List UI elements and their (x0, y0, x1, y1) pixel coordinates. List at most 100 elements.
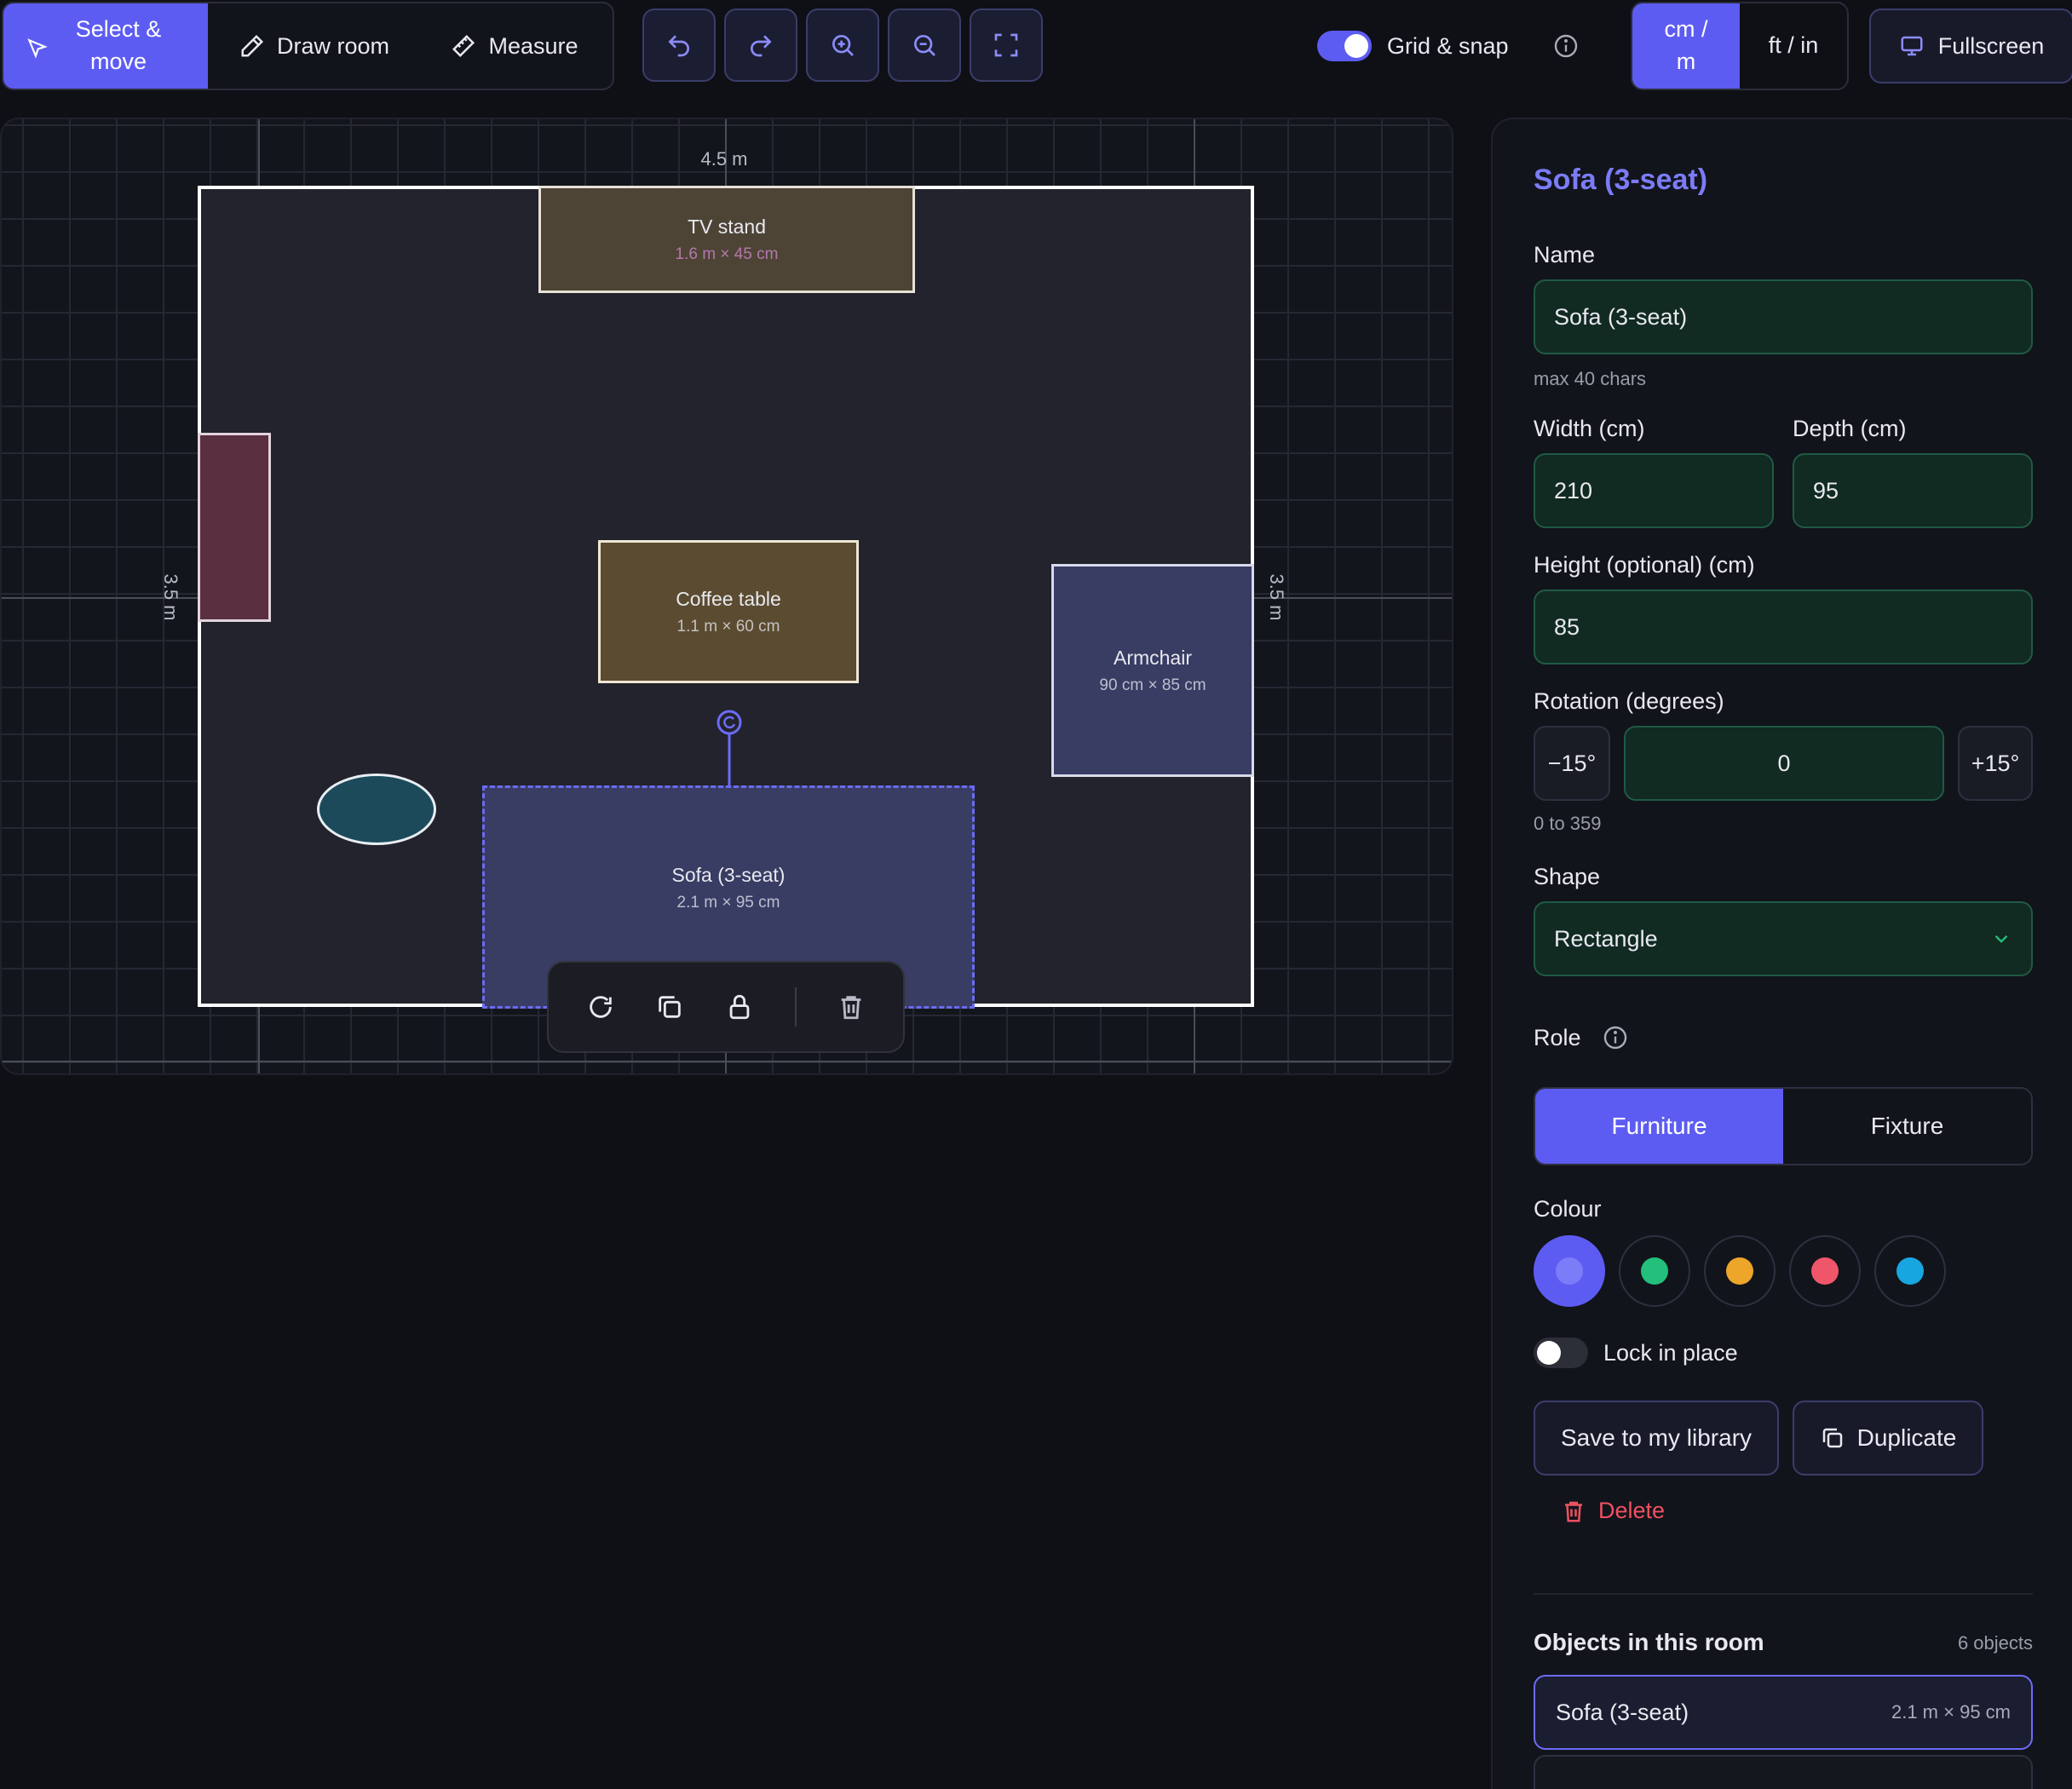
role-furniture-option[interactable]: Furniture (1535, 1089, 1783, 1164)
select-move-mode-button[interactable]: Select & move (3, 3, 208, 89)
undo-icon (668, 35, 689, 57)
fullscreen-label: Fullscreen (1937, 32, 2045, 59)
armchair-dims: 90 cm × 85 cm (1099, 676, 1206, 694)
colour-swatch-amber[interactable] (1704, 1235, 1776, 1307)
fit-screen-button[interactable] (970, 9, 1043, 82)
objects-title: Objects in this room (1534, 1629, 1764, 1655)
door-fixture-object[interactable] (198, 433, 271, 622)
armchair-object[interactable]: Armchair 90 cm × 85 cm (1051, 564, 1254, 777)
object-list-item-name: Sofa (3-seat) (1556, 1699, 1689, 1725)
cursor-arrow-icon (27, 38, 48, 59)
draw-room-label: Draw room (276, 32, 390, 59)
unit-toggle: cm / m ft / in (1631, 2, 1849, 90)
rotate-plus-button[interactable]: +15° (1958, 726, 2033, 801)
colour-swatch-blue[interactable] (1874, 1235, 1946, 1307)
width-input[interactable]: 210 (1534, 453, 1774, 528)
name-label: Name (1534, 242, 1596, 267)
undo-button[interactable] (642, 9, 716, 82)
object-list-item-selected[interactable]: Sofa (3-seat) 2.1 m × 95 cm (1534, 1675, 2033, 1750)
role-header: Role (1534, 1024, 1629, 1051)
ruler-icon (452, 34, 475, 58)
zoom-in-icon (832, 35, 854, 56)
colour-swatch-indigo[interactable] (1534, 1235, 1605, 1307)
room-outline[interactable]: TV stand 1.6 m × 45 cm Coffee table 1.1 … (198, 186, 1254, 1009)
coffee-table-dims: 1.1 m × 60 cm (676, 617, 780, 636)
height-input[interactable]: 85 (1534, 590, 2033, 664)
properties-panel: Sofa (3-seat) Name Sofa (3-seat) max 40 … (1491, 118, 2072, 1789)
sofa-name: Sofa (3-seat) (671, 863, 786, 886)
object-list-item-dims: 2.1 m × 95 cm (1891, 1701, 2011, 1723)
unit-metric-button[interactable]: cm / m (1632, 3, 1740, 89)
fit-screen-icon (994, 33, 1018, 57)
grid-snap-control: Grid & snap (1317, 31, 1509, 61)
rotate-handle[interactable] (712, 709, 746, 791)
plant-object[interactable] (317, 774, 436, 845)
coffee-table-name: Coffee table (676, 587, 781, 610)
room-depth-label-left: 3.5 m (160, 573, 181, 621)
duplicate-icon (1822, 1428, 1842, 1448)
unit-imperial-button[interactable]: ft / in (1740, 3, 1847, 89)
rotation-input[interactable]: 0 (1624, 726, 1944, 801)
colour-swatches (1534, 1235, 1946, 1307)
room-depth-label-right: 3.5 m (1266, 573, 1287, 621)
delete-button[interactable]: Delete (1561, 1498, 1665, 1524)
sofa-dims: 2.1 m × 95 cm (676, 893, 780, 912)
room-width-label: 4.5 m (700, 148, 748, 170)
measure-mode-button[interactable]: Measure (421, 3, 608, 89)
grid-snap-label: Grid & snap (1387, 32, 1509, 59)
role-fixture-option[interactable]: Fixture (1783, 1089, 2031, 1164)
name-input[interactable]: Sofa (3-seat) (1534, 279, 2033, 354)
shape-select[interactable]: Rectangle (1534, 901, 2033, 976)
toolbar-divider (794, 987, 797, 1027)
pencil-icon (241, 34, 264, 57)
shape-value: Rectangle (1554, 925, 1658, 952)
duplicate-icon[interactable] (655, 992, 684, 1021)
width-label: Width (cm) (1534, 416, 1645, 441)
zoom-out-button[interactable] (888, 9, 961, 82)
duplicate-button[interactable]: Duplicate (1793, 1401, 1983, 1475)
trash-icon (1565, 1501, 1582, 1522)
lock-control: Lock in place (1534, 1337, 1738, 1368)
depth-input[interactable]: 95 (1793, 453, 2033, 528)
panel-divider (1534, 1593, 2033, 1595)
rotation-label: Rotation (degrees) (1534, 688, 1724, 714)
mode-toolbar: Select & move Draw room Measure (2, 2, 614, 90)
depth-label: Depth (cm) (1793, 416, 1907, 441)
colour-label: Colour (1534, 1196, 1602, 1222)
panel-title: Sofa (3-seat) (1534, 164, 1708, 196)
name-hint: max 40 chars (1534, 368, 1647, 389)
colour-swatch-green[interactable] (1619, 1235, 1690, 1307)
fullscreen-button[interactable]: Fullscreen (1869, 9, 2072, 83)
select-move-label: Select & move (75, 16, 162, 74)
rotate-minus-button[interactable]: −15° (1534, 726, 1610, 801)
grid-snap-toggle[interactable] (1317, 31, 1372, 61)
coffee-table-object[interactable]: Coffee table 1.1 m × 60 cm (598, 540, 859, 683)
chevron-down-icon (1994, 935, 2008, 943)
info-icon[interactable] (1552, 32, 1580, 60)
measure-label: Measure (488, 32, 578, 59)
trash-icon[interactable] (837, 992, 866, 1021)
monitor-icon (1901, 36, 1923, 56)
lock-toggle[interactable] (1534, 1337, 1588, 1368)
lock-icon[interactable] (725, 992, 754, 1021)
redo-button[interactable] (724, 9, 797, 82)
tv-stand-object[interactable]: TV stand 1.6 m × 45 cm (538, 186, 915, 293)
duplicate-label: Duplicate (1856, 1424, 1957, 1451)
rotate-icon[interactable] (586, 992, 615, 1021)
delete-label: Delete (1598, 1498, 1666, 1523)
colour-swatch-red[interactable] (1789, 1235, 1861, 1307)
role-info-icon[interactable] (1602, 1024, 1629, 1051)
object-list-item[interactable] (1534, 1755, 2033, 1789)
object-context-toolbar (547, 961, 905, 1053)
zoom-out-icon (914, 35, 935, 56)
shape-label: Shape (1534, 864, 1601, 889)
role-label: Role (1534, 1024, 1581, 1050)
rotation-hint: 0 to 359 (1534, 813, 1602, 834)
lock-label: Lock in place (1603, 1339, 1738, 1366)
zoom-in-button[interactable] (806, 9, 879, 82)
objects-count: 6 objects (1957, 1632, 2033, 1654)
save-to-library-button[interactable]: Save to my library (1534, 1401, 1779, 1475)
draw-room-mode-button[interactable]: Draw room (208, 3, 421, 89)
redo-icon (751, 35, 772, 57)
armchair-name: Armchair (1113, 646, 1192, 669)
